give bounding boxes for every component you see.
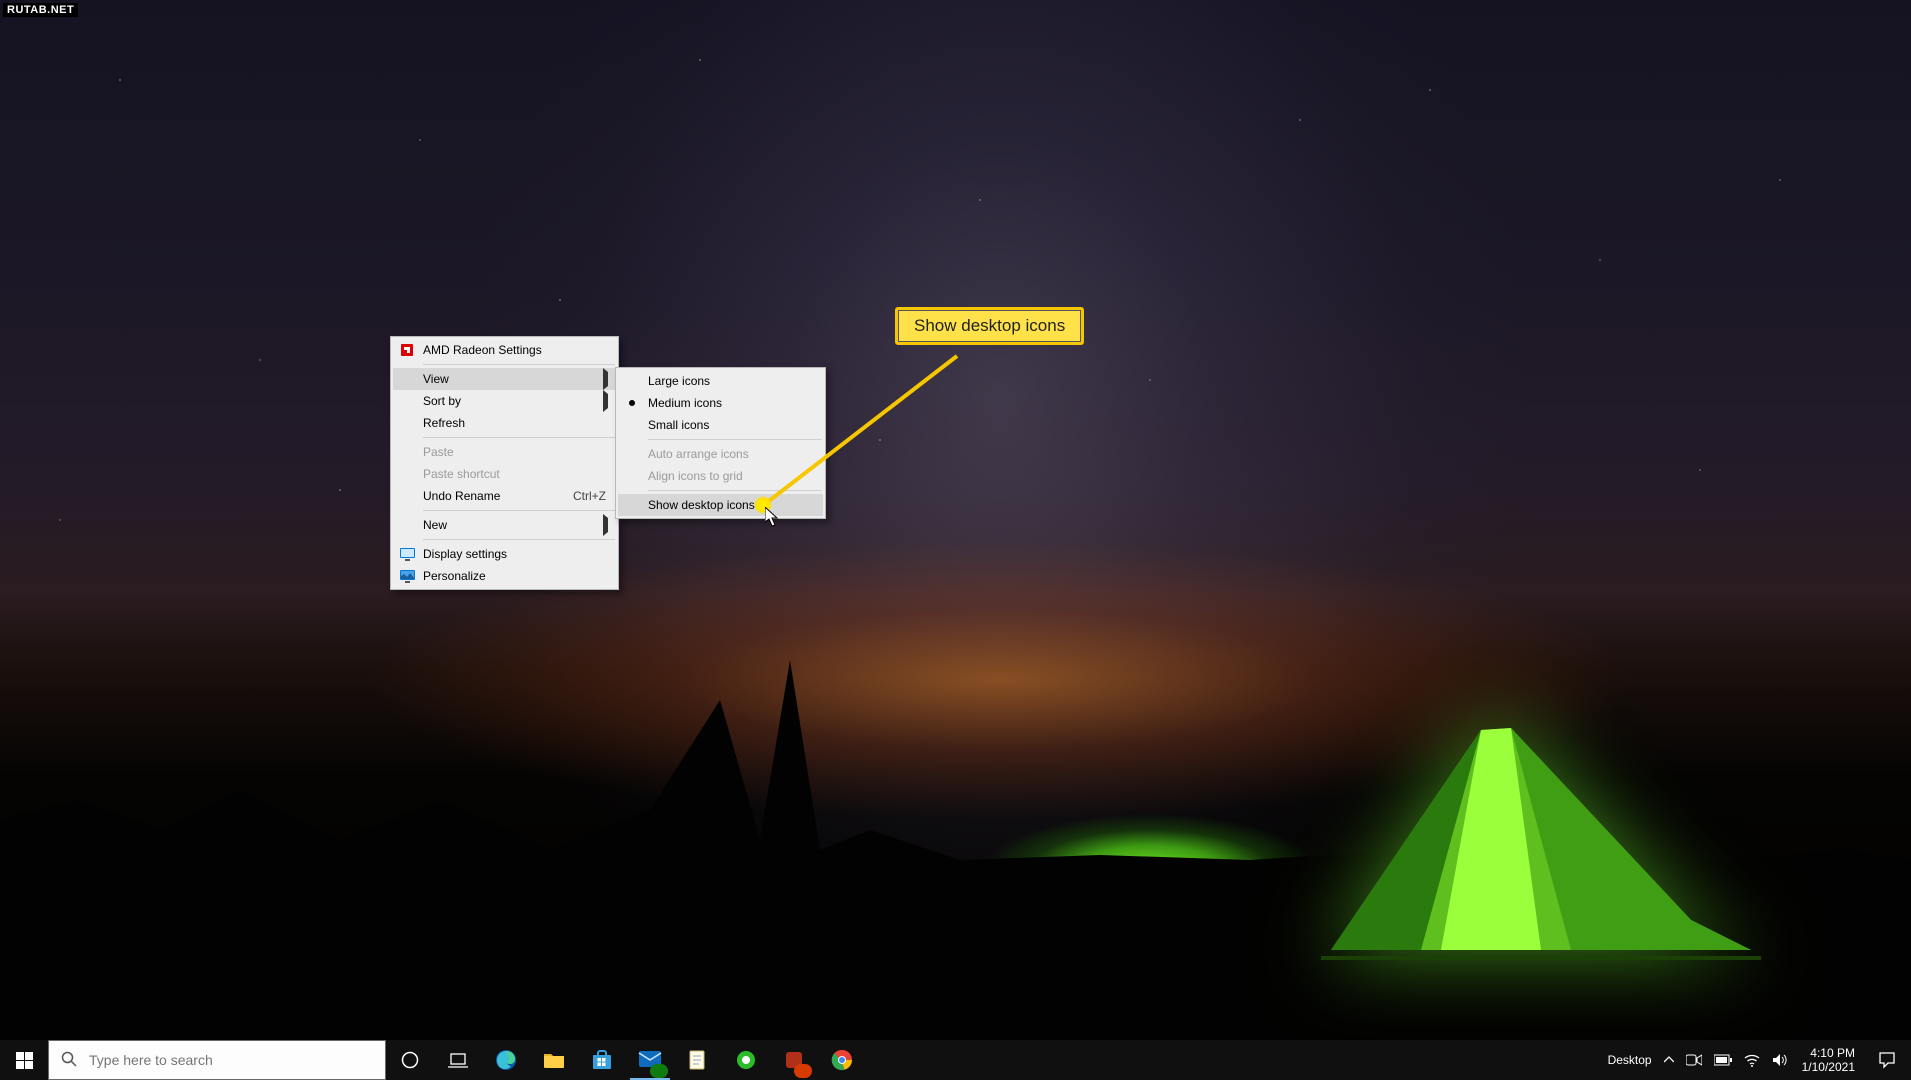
menuitem-sort-by[interactable]: Sort by [393,390,616,412]
edge-icon [494,1048,518,1072]
menuitem-label: Refresh [423,412,465,434]
annotation-callout: Show desktop icons [895,307,1084,345]
menu-separator [423,437,615,438]
chrome-icon [831,1049,853,1071]
menuitem-label: Large icons [648,370,710,392]
taskbar-app-file-explorer[interactable] [530,1040,578,1080]
wallpaper-tent [1311,700,1771,960]
wifi-icon [1744,1053,1760,1067]
menuitem-view[interactable]: View [393,368,616,390]
system-tray: Desktop 4:10 PM 1/10/2021 [1602,1040,1911,1080]
tray-volume[interactable] [1766,1040,1794,1080]
tray-battery[interactable] [1708,1040,1738,1080]
menuitem-refresh[interactable]: Refresh [393,412,616,434]
search-input[interactable] [87,1051,385,1069]
menuitem-label: Show desktop icons [648,494,755,516]
taskbar-app-red[interactable] [770,1040,818,1080]
menuitem-align-icons-to-grid[interactable]: Align icons to grid [618,465,823,487]
menuitem-label: Auto arrange icons [648,443,749,465]
menuitem-label: Display settings [423,543,507,565]
personalize-icon [399,568,415,584]
watermark-label: RUTAB.NET [3,3,78,17]
menuitem-label: Small icons [648,414,709,436]
taskbar-app-mail[interactable] [626,1040,674,1080]
notepad-icon [687,1049,709,1071]
windows-icon [16,1052,33,1069]
taskbar-pinned-apps [482,1040,866,1080]
menuitem-show-desktop-icons[interactable]: Show desktop icons [618,494,823,516]
badge [794,1064,812,1078]
menuitem-undo-rename[interactable]: Undo Rename Ctrl+Z [393,485,616,507]
wallpaper-mountains [0,600,1911,1080]
search-icon [49,1051,87,1070]
menu-separator [648,439,822,440]
green-app-icon [735,1049,757,1071]
chevron-right-icon [603,514,608,536]
menu-separator [423,364,615,365]
chevron-right-icon [603,390,608,412]
chevron-right-icon [603,368,608,390]
start-button[interactable] [0,1040,48,1080]
display-icon [399,546,415,562]
taskbar-app-edge[interactable] [482,1040,530,1080]
folder-icon [543,1051,565,1069]
tray-desktop-label[interactable]: Desktop [1602,1040,1658,1080]
desktop[interactable]: RUTAB.NET AMD Radeon Settings View Sort … [0,0,1911,1080]
taskbar: Desktop 4:10 PM 1/10/2021 [0,1040,1911,1080]
tray-wifi[interactable] [1738,1040,1766,1080]
menuitem-paste-shortcut: Paste shortcut [393,463,616,485]
view-submenu: Large icons Medium icons Small icons Aut… [615,367,826,519]
tray-show-hidden[interactable] [1658,1040,1680,1080]
menuitem-label: Sort by [423,390,461,412]
task-view-icon [448,1052,468,1068]
desktop-context-menu: AMD Radeon Settings View Sort by Refresh… [390,336,619,590]
task-view-button[interactable] [434,1040,482,1080]
menuitem-label: View [423,368,449,390]
menuitem-small-icons[interactable]: Small icons [618,414,823,436]
menuitem-label: Undo Rename [423,485,500,507]
menuitem-label: Paste [423,441,454,463]
badge [650,1064,668,1078]
menu-separator [423,539,615,540]
tray-action-center[interactable] [1863,1040,1911,1080]
radio-bullet-icon [624,395,640,411]
menuitem-new[interactable]: New [393,514,616,536]
menuitem-label: Personalize [423,565,486,587]
taskbar-app-getting-started[interactable] [674,1040,722,1080]
menuitem-label: Align icons to grid [648,465,743,487]
menuitem-auto-arrange-icons[interactable]: Auto arrange icons [618,443,823,465]
taskbar-search[interactable] [48,1040,386,1080]
wallpaper-stars [0,0,1911,1080]
camera-icon [1686,1053,1702,1067]
callout-text: Show desktop icons [914,316,1065,335]
menuitem-medium-icons[interactable]: Medium icons [618,392,823,414]
notification-icon [1878,1051,1896,1069]
menu-separator [423,510,615,511]
taskbar-app-green[interactable] [722,1040,770,1080]
speaker-icon [1772,1053,1788,1067]
circle-icon [401,1051,419,1069]
chevron-up-icon [1664,1056,1674,1064]
menuitem-shortcut: Ctrl+Z [573,485,606,507]
menuitem-display-settings[interactable]: Display settings [393,543,616,565]
menuitem-paste: Paste [393,441,616,463]
amd-icon [399,342,415,358]
tray-clock[interactable]: 4:10 PM 1/10/2021 [1794,1046,1863,1074]
menuitem-personalize[interactable]: Personalize [393,565,616,587]
menuitem-amd-radeon-settings[interactable]: AMD Radeon Settings [393,339,616,361]
tray-date: 1/10/2021 [1802,1060,1855,1074]
menuitem-label: New [423,514,447,536]
store-icon [591,1049,613,1071]
taskbar-app-store[interactable] [578,1040,626,1080]
menu-separator [648,490,822,491]
battery-icon [1714,1054,1732,1066]
menuitem-label: AMD Radeon Settings [423,339,542,361]
menuitem-label: Paste shortcut [423,463,500,485]
tray-time: 4:10 PM [1810,1046,1855,1060]
taskbar-app-chrome[interactable] [818,1040,866,1080]
cortana-button[interactable] [386,1040,434,1080]
menuitem-large-icons[interactable]: Large icons [618,370,823,392]
menuitem-label: Medium icons [648,392,722,414]
tray-meet-now[interactable] [1680,1040,1708,1080]
